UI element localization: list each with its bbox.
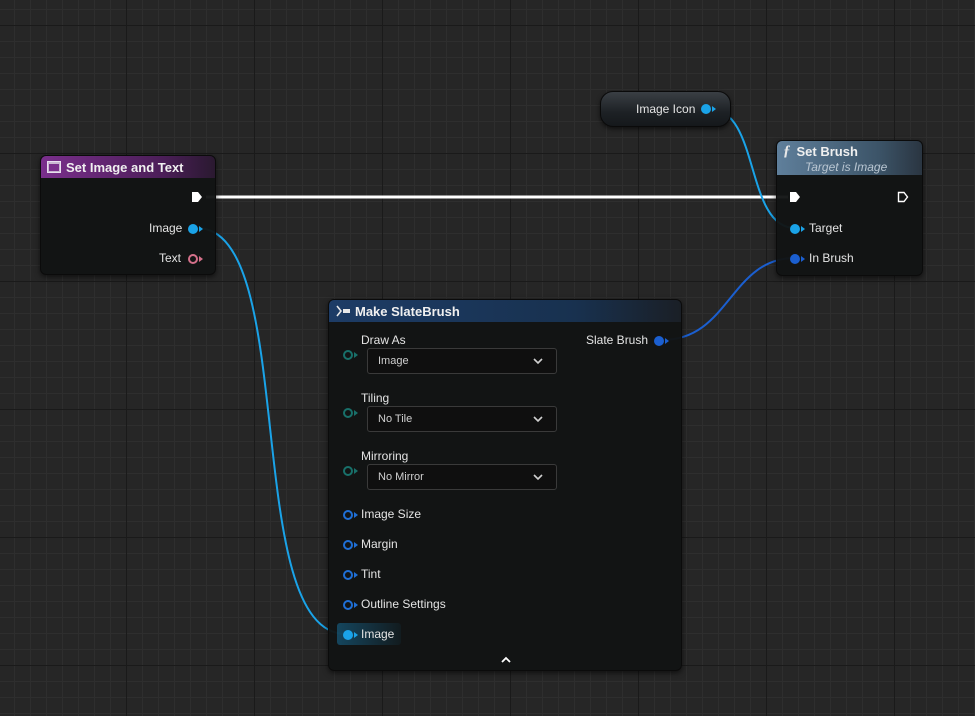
exec-input-pin[interactable] [789, 191, 801, 203]
pin-arrow-icon [199, 256, 203, 262]
pin-arrow-icon [712, 106, 716, 112]
pin-arrow-icon [354, 410, 358, 416]
in-brush-pin-label: In Brush [809, 251, 854, 265]
exec-output-pin[interactable] [191, 191, 203, 203]
function-icon: ƒ [783, 142, 791, 159]
tint-pin[interactable] [343, 570, 353, 580]
pin-arrow-icon [801, 226, 805, 232]
pin-arrow-icon [354, 632, 358, 638]
target-pin-label: Target [809, 221, 843, 235]
in-brush-pin[interactable] [790, 254, 800, 264]
outline-settings-pin[interactable] [343, 600, 353, 610]
make-slatebrush-node[interactable]: Make SlateBrush Slate Brush Draw As Imag… [328, 299, 682, 671]
make-slatebrush-header[interactable]: Make SlateBrush [329, 300, 681, 322]
event-text-pin-label: Text [159, 251, 182, 265]
pin-arrow-icon [801, 256, 805, 262]
mirroring-value: No Mirror [378, 471, 424, 483]
set-brush-title: Set Brush [796, 143, 858, 159]
collapse-chevron-up-icon[interactable] [500, 655, 512, 665]
mirroring-dropdown[interactable]: No Mirror [367, 464, 557, 490]
exec-output-pin[interactable] [897, 191, 909, 203]
image-icon-variable-node[interactable]: Image Icon [600, 91, 731, 127]
set-brush-subtitle: Target is Image [805, 159, 888, 174]
pin-arrow-icon [354, 512, 358, 518]
tiling-dropdown[interactable]: No Tile [367, 406, 557, 432]
draw-as-value: Image [378, 355, 409, 367]
make-struct-icon [336, 305, 350, 317]
event-image-pin-label: Image [149, 221, 183, 235]
image-size-label: Image Size [361, 507, 422, 521]
slate-brush-output-label: Slate Brush [586, 333, 649, 347]
set-brush-node[interactable]: ƒ Set Brush Target is Image Target In Br… [776, 140, 923, 276]
pin-arrow-icon [354, 572, 358, 578]
mirroring-label: Mirroring [361, 449, 409, 463]
tint-label: Tint [361, 567, 381, 581]
make-image-pin-label: Image [361, 627, 395, 641]
mirroring-pin[interactable] [343, 466, 353, 476]
margin-pin[interactable] [343, 540, 353, 550]
set-brush-header[interactable]: ƒ Set Brush Target is Image [777, 141, 922, 175]
tiling-pin[interactable] [343, 408, 353, 418]
pin-arrow-icon [354, 542, 358, 548]
slate-brush-output-pin[interactable] [654, 336, 664, 346]
tiling-label: Tiling [361, 391, 390, 405]
pin-arrow-icon [199, 226, 203, 232]
pin-arrow-icon [665, 338, 669, 344]
draw-as-pin[interactable] [343, 350, 353, 360]
chevron-down-icon [533, 474, 543, 481]
draw-as-label: Draw As [361, 333, 406, 347]
image-size-pin[interactable] [343, 510, 353, 520]
set-image-and-text-node[interactable]: Set Image and Text Image Text [40, 155, 216, 275]
draw-as-dropdown[interactable]: Image [367, 348, 557, 374]
event-icon [47, 161, 61, 173]
make-image-pin[interactable] [343, 630, 353, 640]
event-image-pin[interactable] [188, 224, 198, 234]
wire-event-image-to-make-image [196, 227, 347, 635]
chevron-down-icon [533, 358, 543, 365]
image-icon-label: Image Icon [636, 102, 696, 116]
margin-label: Margin [361, 537, 398, 551]
pin-arrow-icon [354, 602, 358, 608]
set-image-and-text-title: Set Image and Text [66, 159, 184, 175]
set-image-and-text-header[interactable]: Set Image and Text [41, 156, 215, 178]
tiling-value: No Tile [378, 413, 413, 425]
chevron-down-icon [533, 416, 543, 423]
outline-settings-label: Outline Settings [361, 597, 446, 611]
event-text-pin[interactable] [188, 254, 198, 264]
pin-arrow-icon [354, 352, 358, 358]
image-icon-output-pin[interactable] [701, 104, 711, 114]
make-slatebrush-title: Make SlateBrush [355, 303, 460, 319]
target-pin[interactable] [790, 224, 800, 234]
pin-arrow-icon [354, 468, 358, 474]
